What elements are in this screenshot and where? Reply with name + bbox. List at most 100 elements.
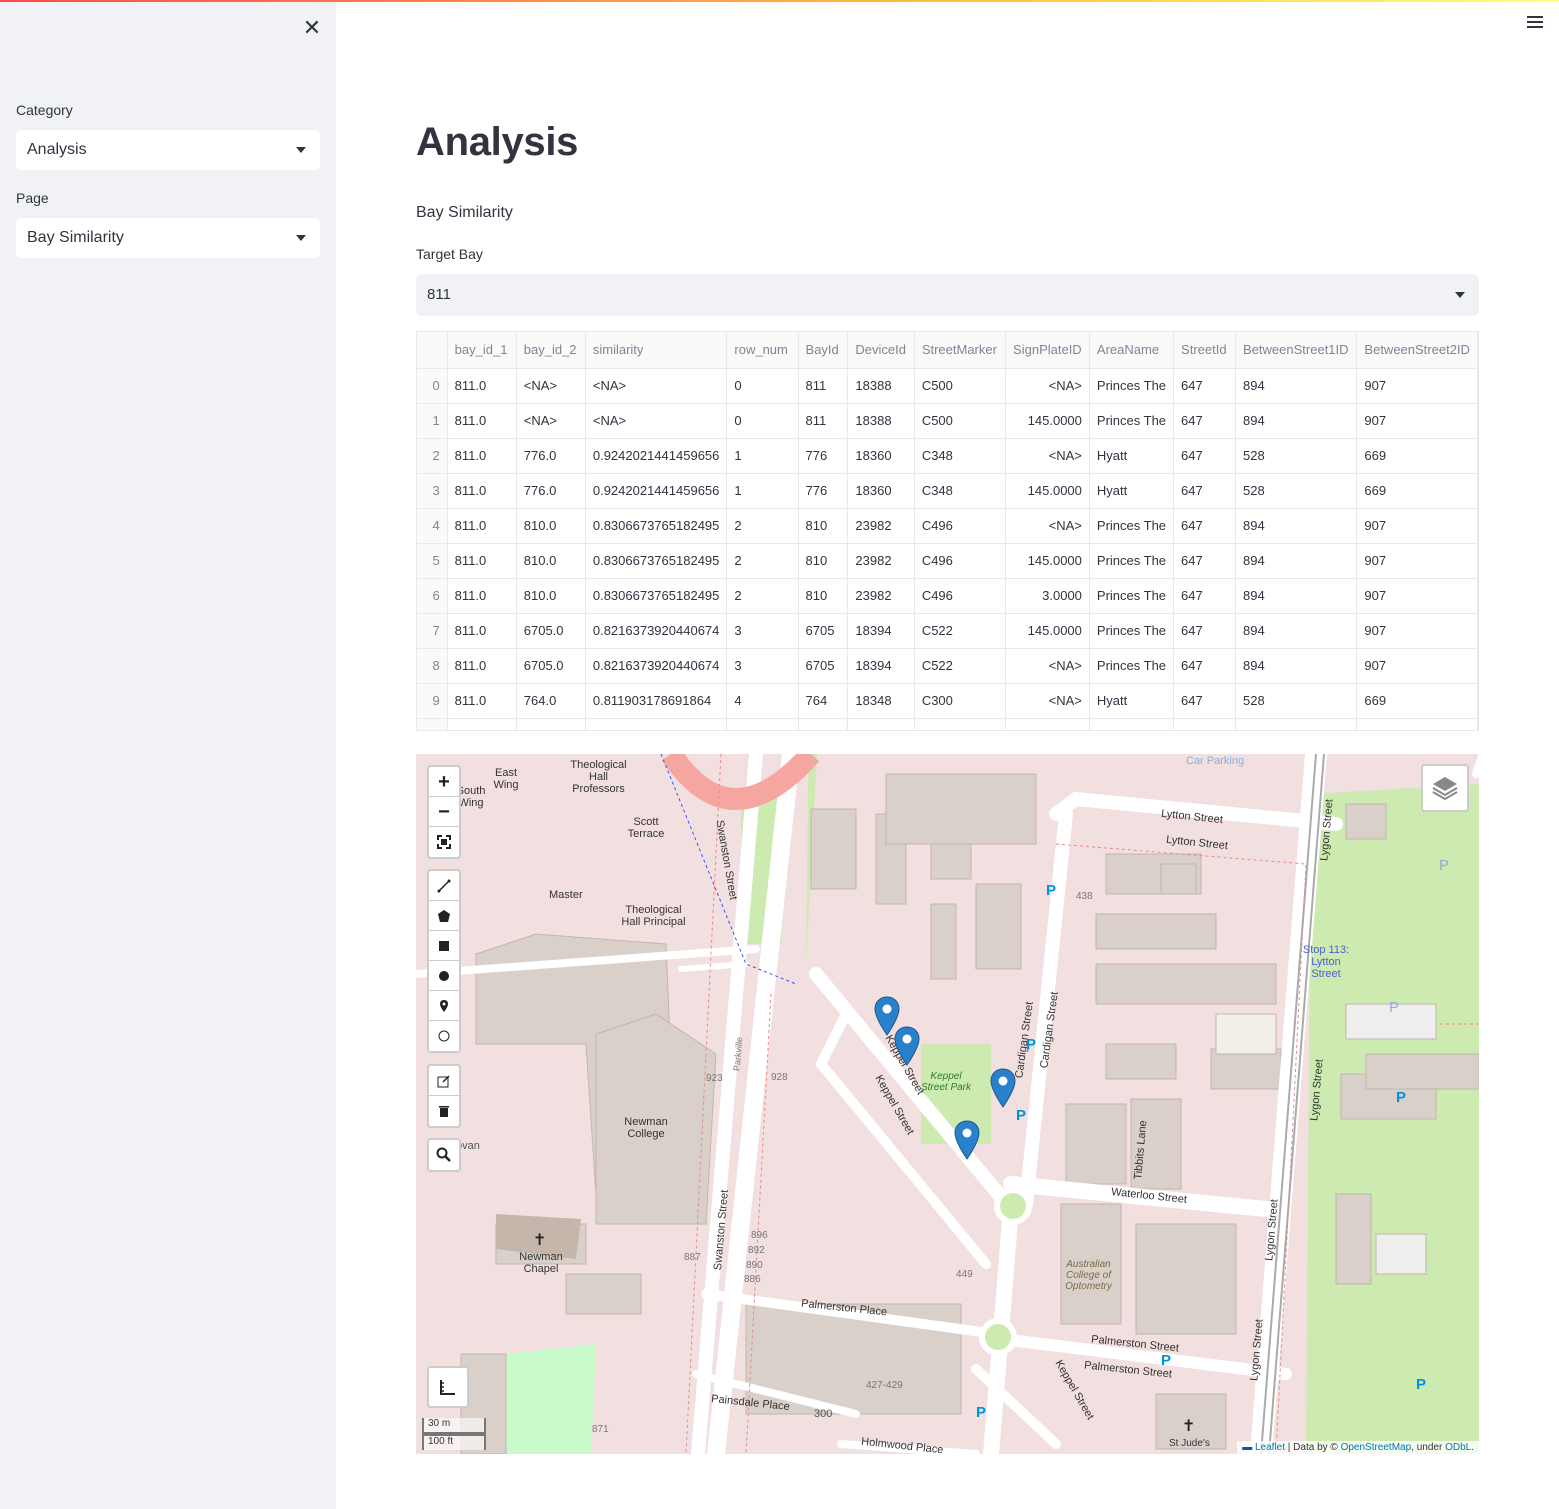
map-label: Tibbits Lane [1132, 1119, 1150, 1181]
table-cell: 1 [726, 438, 799, 474]
table-cell: 764.0 [516, 683, 586, 719]
table-cell: 1 [726, 473, 799, 509]
table-cell: 894 [1235, 508, 1358, 544]
table-cell: C300 [914, 683, 1007, 719]
column-header[interactable]: BetweenStreet2ID [1356, 332, 1478, 369]
table-cell: 894 [1235, 578, 1358, 614]
fullscreen-button[interactable] [429, 827, 459, 857]
edit-icon [437, 1075, 450, 1088]
table-row[interactable]: 3 811.0 776.0 0.9242021441459656 1 776 18360 C3… [417, 473, 1478, 509]
column-header[interactable]: BetweenStreet1ID [1235, 332, 1358, 369]
table-cell: Hyatt [1089, 473, 1175, 509]
layers-button[interactable] [1421, 764, 1469, 812]
category-value: Analysis [27, 141, 87, 158]
table-cell: 810 [798, 543, 849, 579]
table-cell: 647 [1173, 648, 1237, 684]
table-row[interactable]: 1 811.0 <NA> <NA> 0 811 18388 C500 145.0000 Princ… [417, 403, 1478, 439]
column-header[interactable] [417, 332, 448, 369]
table-row[interactable]: 9 811.0 764.0 0.811903178691864 4 764 18348 C30… [417, 683, 1478, 719]
search-button[interactable] [429, 1140, 459, 1170]
page-select[interactable]: Bay Similarity [16, 218, 320, 258]
table-row[interactable]: 6 811.0 810.0 0.8306673765182495 2 810 23982 C4… [417, 578, 1478, 614]
table-cell: 0 [726, 368, 799, 404]
map[interactable]: Lytton Street Lytton Street Swanston Str… [416, 754, 1479, 1454]
delete-layers-button[interactable] [429, 1096, 459, 1126]
table-row[interactable]: 7 811.0 6705.0 0.8216373920440674 3 6705 18394… [417, 613, 1478, 649]
map-label: 300 [814, 1408, 833, 1420]
map-marker-icon[interactable] [894, 1026, 920, 1066]
column-header[interactable]: AreaName [1089, 332, 1175, 369]
rectangle-icon [439, 941, 449, 951]
church-icon: ✝ [533, 1232, 547, 1249]
table-cell: 810.0 [516, 578, 586, 614]
column-header[interactable]: bay_id_2 [516, 332, 586, 369]
draw-circle-button[interactable] [429, 961, 459, 991]
fullscreen-icon [437, 835, 451, 849]
table-cell: 2 [726, 578, 799, 614]
column-header[interactable]: StreetId [1173, 332, 1237, 369]
data-table[interactable]: bay_id_1 bay_id_2 similarity row_num BayId De… [416, 331, 1479, 731]
table-cell: 811.0 [447, 368, 517, 404]
table-row[interactable]: 8 811.0 6705.0 0.8216373920440674 3 6705 18394… [417, 648, 1478, 684]
odbl-link[interactable]: ODbL [1445, 1442, 1471, 1453]
page-label: Page [16, 190, 49, 206]
leaflet-link[interactable]: Leaflet [1255, 1442, 1285, 1453]
column-header[interactable]: BayId [798, 332, 849, 369]
column-header[interactable]: similarity [585, 332, 728, 369]
map-label: Car Parking [1186, 755, 1245, 767]
map-label: Stop 113: Lytton Street [1302, 944, 1350, 980]
target-bay-select[interactable]: 811 [416, 274, 1479, 316]
map-marker-icon[interactable] [954, 1120, 980, 1160]
table-cell: Princes The [1089, 543, 1175, 579]
map-label: 427-429 [866, 1380, 903, 1391]
map-marker-icon[interactable] [990, 1068, 1016, 1108]
parking-icon: P [1161, 1352, 1172, 1369]
column-header[interactable]: DeviceId [847, 332, 915, 369]
draw-circlemarker-button[interactable] [429, 1021, 459, 1051]
table-cell: 528 [1235, 683, 1358, 719]
table-row[interactable]: 4 811.0 810.0 0.8306673765182495 2 810 23982 C4… [417, 508, 1478, 544]
draw-polygon-button[interactable] [429, 901, 459, 931]
map-label: 871 [592, 1424, 609, 1435]
map-label: 892 [748, 1245, 765, 1256]
map-label: 886 [744, 1274, 761, 1285]
column-header[interactable]: row_num [726, 332, 799, 369]
table-cell: <NA> [516, 368, 586, 404]
osm-link[interactable]: OpenStreetMap [1341, 1442, 1412, 1453]
close-icon[interactable]: ✕ [300, 16, 324, 40]
edit-layers-button[interactable] [429, 1066, 459, 1096]
table-cell: Princes The [1089, 368, 1175, 404]
category-select[interactable]: Analysis [16, 130, 320, 170]
table-row[interactable]: 5 811.0 810.0 0.8306673765182495 2 810 23982 C4… [417, 543, 1478, 579]
draw-polyline-button[interactable] [429, 871, 459, 901]
table-cell: Hyatt [1089, 438, 1175, 474]
zoom-out-button[interactable]: − [429, 797, 459, 827]
row-index: 5 [417, 543, 448, 579]
table-cell: 907 [1356, 578, 1478, 614]
table-cell: 907 [1356, 368, 1478, 404]
table-row[interactable]: 2 811.0 776.0 0.9242021441459656 1 776 18360 C3… [417, 438, 1478, 474]
row-index: 0 [417, 368, 448, 404]
table-cell: Hyatt [1089, 683, 1175, 719]
table-row[interactable]: 0 811.0 <NA> <NA> 0 811 18388 C500 <NA> Princes T… [417, 368, 1478, 404]
zoom-in-button[interactable]: + [429, 767, 459, 797]
draw-rectangle-button[interactable] [429, 931, 459, 961]
table-cell [1005, 718, 1090, 730]
table-cell: Princes The [1089, 613, 1175, 649]
column-header[interactable]: SignPlateID [1005, 332, 1090, 369]
hamburger-menu-icon[interactable] [1527, 16, 1543, 30]
table-cell: 811.0 [447, 578, 517, 614]
table-cell: C348 [914, 438, 1007, 474]
table-cell [1235, 718, 1358, 730]
table-cell: 0.8306673765182495 [585, 543, 728, 579]
table-cell: 647 [1173, 683, 1237, 719]
column-header[interactable]: StreetMarker [914, 332, 1007, 369]
table-cell: 145.0000 [1005, 403, 1090, 439]
measure-button[interactable] [427, 1366, 469, 1408]
table-cell: 145.0000 [1005, 473, 1090, 509]
trash-icon [439, 1106, 449, 1117]
column-header[interactable]: bay_id_1 [447, 332, 517, 369]
table-cell [585, 718, 728, 730]
table-cell: <NA> [1005, 508, 1090, 544]
draw-marker-button[interactable] [429, 991, 459, 1021]
